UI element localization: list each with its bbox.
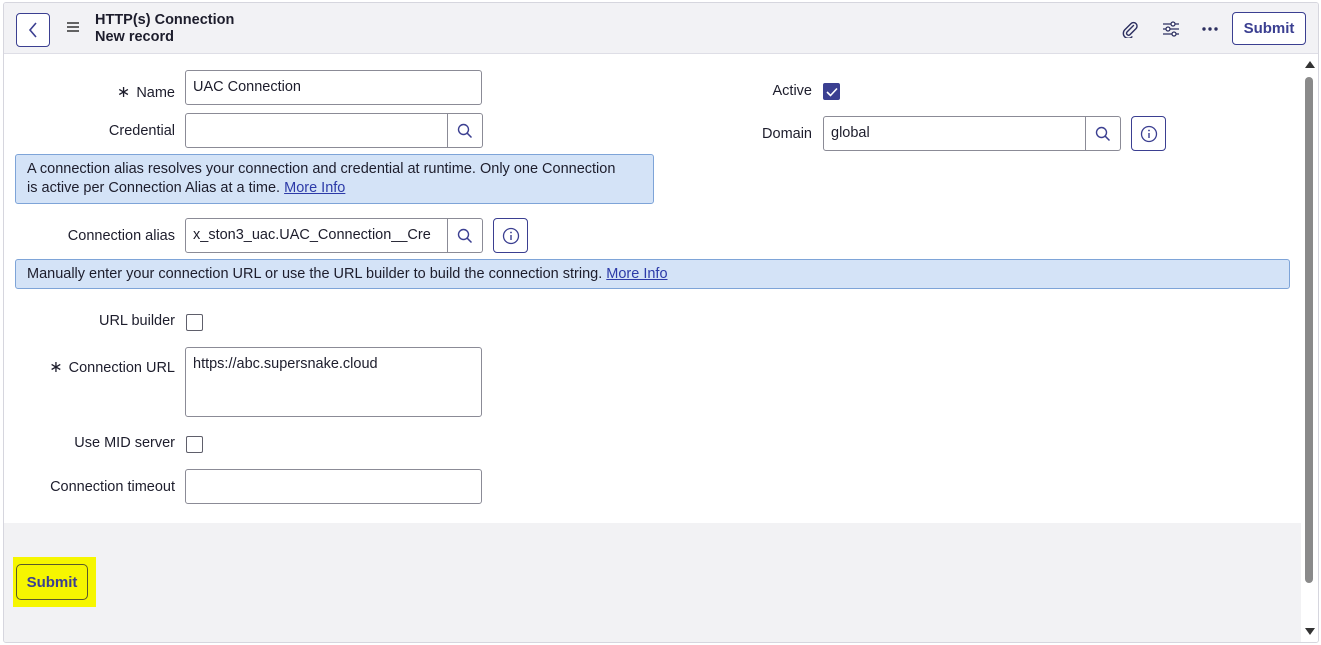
- info-icon: [1140, 125, 1157, 142]
- url-more-info-link[interactable]: More Info: [606, 266, 667, 282]
- checkmark-icon: [825, 87, 838, 97]
- name-input[interactable]: UAC Connection: [185, 70, 482, 105]
- connection-alias-lookup-button[interactable]: [448, 218, 483, 253]
- alias-more-info-link[interactable]: More Info: [284, 180, 345, 196]
- domain-lookup-button[interactable]: [1086, 116, 1121, 151]
- page-subtitle: New record: [95, 29, 174, 45]
- required-marker: ∗: [116, 84, 131, 101]
- back-button[interactable]: [16, 13, 50, 47]
- footer-submit-button[interactable]: Submit: [16, 564, 88, 600]
- name-label: ∗ Name: [116, 84, 175, 101]
- form-body: ∗ Name UAC Connection Credential Active D…: [4, 55, 1301, 523]
- connection-alias-input[interactable]: x_ston3_uac.UAC_Connection__Cre: [185, 218, 448, 253]
- form-header: HTTP(s) Connection New record Submit: [4, 3, 1318, 54]
- credential-label: Credential: [108, 123, 175, 139]
- vertical-scrollbar[interactable]: [1301, 55, 1318, 642]
- domain-input[interactable]: global: [823, 116, 1086, 151]
- paperclip-icon: [1122, 21, 1138, 38]
- credential-input[interactable]: [185, 113, 448, 148]
- more-options-button[interactable]: [1200, 19, 1220, 39]
- scroll-down-arrow-icon[interactable]: [1305, 628, 1315, 635]
- search-icon: [457, 228, 473, 243]
- more-icon: [1202, 27, 1218, 31]
- domain-label: Domain: [762, 126, 812, 142]
- required-marker: ∗: [49, 359, 63, 376]
- credential-lookup-button[interactable]: [448, 113, 483, 148]
- sliders-icon: [1163, 21, 1179, 37]
- connection-timeout-input[interactable]: [185, 469, 482, 504]
- chevron-left-icon: [28, 22, 37, 38]
- use-mid-server-label: Use MID server: [74, 435, 175, 451]
- connection-timeout-label: Connection timeout: [50, 479, 175, 495]
- page-title: HTTP(s) Connection: [95, 12, 235, 28]
- url-builder-checkbox[interactable]: [186, 314, 203, 331]
- scrollbar-thumb[interactable]: [1305, 77, 1313, 583]
- domain-info-button[interactable]: [1131, 116, 1166, 151]
- personalize-form-button[interactable]: [1161, 19, 1181, 39]
- scroll-up-arrow-icon[interactable]: [1305, 61, 1315, 68]
- hamburger-menu-icon[interactable]: [66, 21, 80, 33]
- url-builder-label: URL builder: [98, 313, 175, 329]
- active-checkbox[interactable]: [823, 83, 840, 100]
- connection-url-textarea[interactable]: https://abc.supersnake.cloud: [185, 347, 482, 417]
- use-mid-server-checkbox[interactable]: [186, 436, 203, 453]
- connection-alias-info-button[interactable]: [493, 218, 528, 253]
- header-submit-button[interactable]: Submit: [1232, 12, 1306, 45]
- attachment-button[interactable]: [1120, 19, 1140, 39]
- record-frame: HTTP(s) Connection New record Submit ∗ Na…: [3, 2, 1319, 643]
- search-icon: [457, 123, 473, 138]
- form-footer: Submit: [4, 523, 1301, 642]
- connection-alias-label: Connection alias: [67, 228, 175, 244]
- connection-url-label: ∗ Connection URL: [49, 359, 175, 376]
- search-icon: [1095, 126, 1111, 141]
- connection-alias-info-message: A connection alias resolves your connect…: [15, 154, 654, 204]
- active-label: Active: [772, 83, 813, 99]
- info-icon: [502, 227, 519, 244]
- title-block: HTTP(s) Connection New record: [95, 12, 234, 46]
- connection-url-info-message: Manually enter your connection URL or us…: [15, 259, 1290, 289]
